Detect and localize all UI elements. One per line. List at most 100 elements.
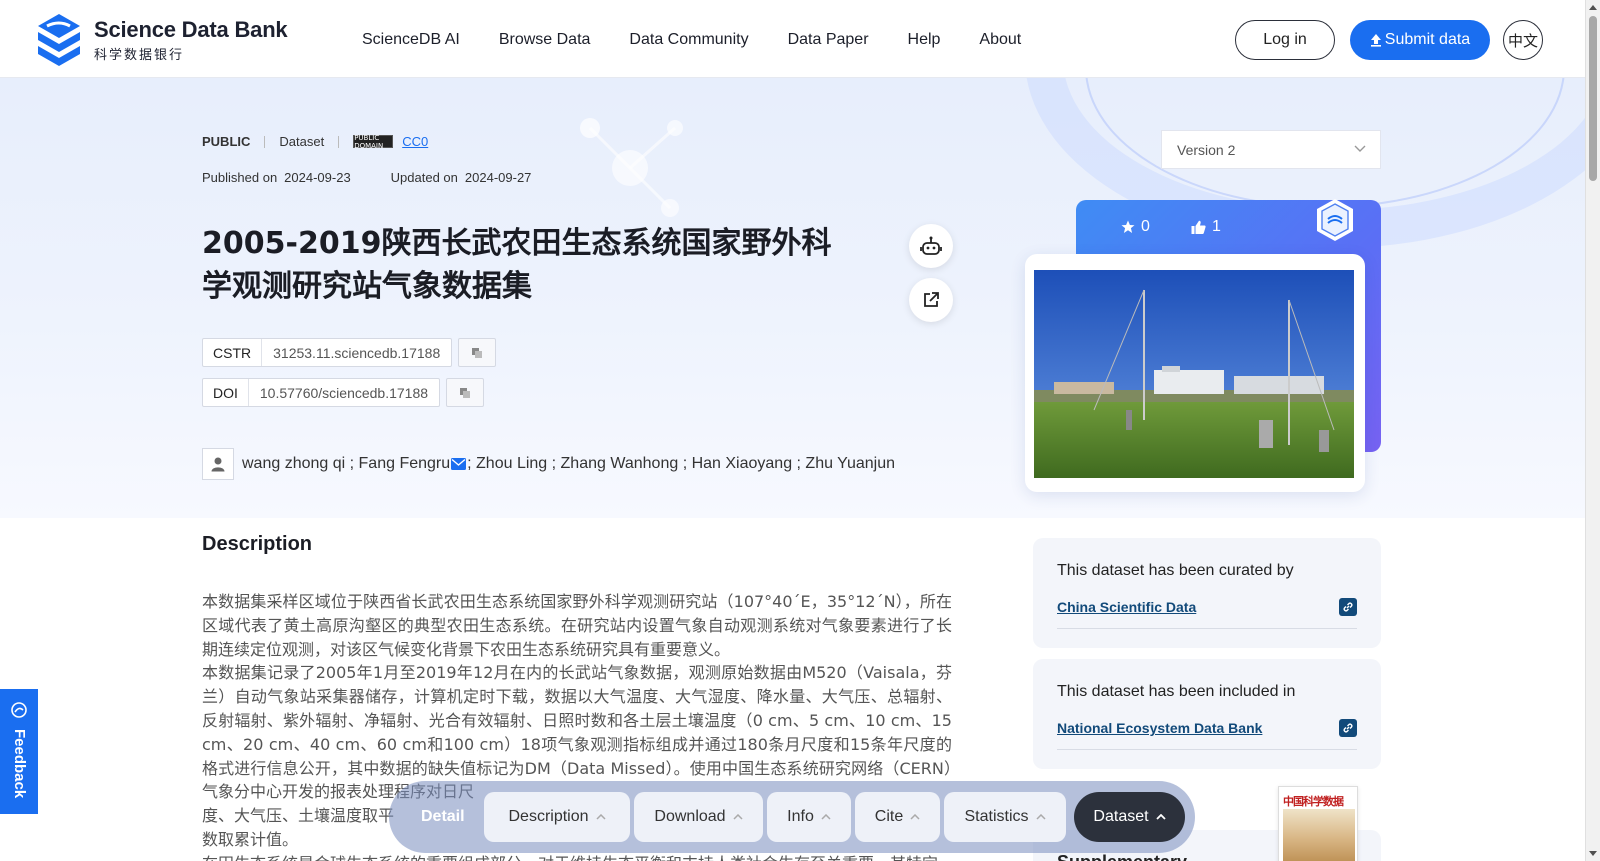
visibility-label: PUBLIC (202, 134, 251, 149)
top-navigation-bar: Science Data Bank 科学数据银行 ScienceDB AI Br… (0, 0, 1585, 78)
email-icon[interactable] (451, 458, 467, 470)
thumbs-up-icon (1191, 220, 1206, 234)
supplementary-heading: Supplementary (1057, 852, 1187, 861)
type-label: Dataset (279, 134, 325, 149)
description-paragraph-5: 在田生态系统是会球生态系统的重要组成部分，对于维持生态平衡和支持人类社会生存至关… (202, 852, 952, 861)
upload-icon (1370, 34, 1381, 47)
version-select[interactable]: Version 2 (1161, 130, 1381, 169)
robot-icon (920, 236, 942, 255)
doi-row: DOI 10.57760/sciencedb.17188 (202, 378, 485, 407)
copy-icon (472, 347, 483, 358)
tab-bar-title: Detail (421, 808, 465, 825)
tab-download[interactable]: Download (634, 792, 763, 842)
link-icon[interactable] (1339, 719, 1357, 737)
scrollbar-thumb[interactable] (1589, 16, 1597, 181)
doi-field: DOI 10.57760/sciencedb.17188 (202, 378, 441, 407)
link-icon[interactable] (1339, 598, 1357, 616)
curated-by-card: This dataset has been curated by China S… (1033, 538, 1381, 648)
feedback-tab[interactable]: Feedback (0, 689, 38, 814)
submit-data-label: Submit data (1384, 31, 1471, 48)
chevron-up-icon (910, 814, 920, 820)
nav-sciencedb-ai[interactable]: ScienceDB AI (362, 31, 460, 49)
star-icon (1121, 220, 1135, 233)
nav-data-community[interactable]: Data Community (629, 31, 748, 49)
feedback-label: Feedback (11, 729, 28, 799)
updated-label: Updated on (390, 170, 458, 185)
included-in-link[interactable]: National Ecosystem Data Bank (1057, 720, 1262, 736)
author-names-rest[interactable]: ; Zhou Ling ; Zhang Wanhong ; Han Xiaoya… (467, 455, 895, 473)
main-nav: ScienceDB AI Browse Data Data Community … (362, 31, 1060, 49)
tab-dataset-label: Dataset (1093, 808, 1149, 825)
included-in-card: This dataset has been included in Nation… (1033, 659, 1381, 769)
star-count-value: 0 (1141, 218, 1150, 235)
tab-statistics-label: Statistics (964, 808, 1029, 825)
tab-description-label: Description (508, 808, 589, 825)
nav-browse-data[interactable]: Browse Data (499, 31, 591, 49)
license-badge-icon: PUBLIC DOMAIN (353, 134, 394, 150)
star-count[interactable]: 0 (1121, 218, 1150, 236)
license-link[interactable]: CC0 (402, 134, 428, 149)
dataset-dates: Published on 2024-09-23 Updated on 2024-… (202, 170, 538, 185)
tab-dataset[interactable]: Dataset (1074, 792, 1185, 842)
like-count[interactable]: 1 (1191, 218, 1221, 236)
journal-cover-thumbnail[interactable]: 中国科学数据 (1278, 786, 1358, 861)
published-label: Published on (202, 170, 278, 185)
certified-badge-icon (1317, 199, 1353, 241)
author-names-first[interactable]: wang zhong qi ; Fang Fengru (242, 455, 450, 473)
logo-mark-icon (38, 14, 80, 66)
chevron-up-icon (595, 814, 606, 820)
tab-statistics[interactable]: Statistics (944, 792, 1066, 842)
dataset-meta-line: PUBLIC Dataset PUBLIC DOMAIN CC0 (202, 134, 428, 150)
login-button[interactable]: Log in (1235, 20, 1335, 60)
copy-cstr-button[interactable] (458, 338, 497, 367)
description-heading: Description (202, 533, 313, 555)
doi-label: DOI (203, 379, 249, 406)
cstr-row: CSTR 31253.11.sciencedb.17188 (202, 338, 497, 367)
description-paragraph-1: 本数据集采样区域位于陕西省长武农田生态系统国家野外科学观测研究站（107°40´… (202, 592, 952, 659)
version-selected-value: Version 2 (1177, 141, 1236, 158)
journal-title: 中国科学数据 (1283, 795, 1344, 808)
tab-cite[interactable]: Cite (855, 792, 940, 842)
site-logo[interactable]: Science Data Bank 科学数据银行 (30, 12, 288, 68)
scroll-down-arrow-icon[interactable] (1589, 851, 1597, 856)
copy-icon (460, 387, 471, 398)
curated-by-link[interactable]: China Scientific Data (1057, 599, 1196, 615)
chevron-down-icon (1354, 145, 1366, 152)
tab-download-label: Download (654, 808, 726, 825)
author-list: wang zhong qi ; Fang Fengru ; Zhou Ling … (202, 448, 895, 480)
chevron-up-icon (733, 814, 743, 820)
tab-cite-label: Cite (874, 808, 904, 825)
page-scrollbar[interactable] (1585, 0, 1600, 861)
share-button[interactable] (909, 278, 953, 322)
copy-doi-button[interactable] (446, 378, 485, 407)
molecule-decoration-icon (580, 118, 683, 217)
author-avatar-icon (202, 448, 234, 480)
submit-data-button[interactable]: Submit data (1350, 20, 1490, 60)
cstr-value: 31253.11.sciencedb.17188 (273, 344, 441, 361)
chevron-up-icon (821, 814, 831, 820)
logo-chinese-name: 科学数据银行 (94, 47, 185, 62)
nav-about[interactable]: About (979, 31, 1021, 49)
doi-value: 10.57760/sciencedb.17188 (259, 384, 429, 401)
chevron-up-icon (1035, 814, 1046, 820)
tab-info-label: Info (787, 808, 814, 825)
included-in-label: This dataset has been included in (1057, 683, 1296, 700)
ai-assistant-button[interactable] (909, 224, 953, 268)
logo-english-name: Science Data Bank (94, 17, 288, 42)
feedback-icon (11, 702, 27, 718)
updated-date: 2024-09-27 (464, 170, 532, 185)
chevron-up-icon (1155, 814, 1166, 820)
cstr-label: CSTR (203, 339, 263, 366)
tab-description[interactable]: Description (484, 792, 630, 842)
dataset-cover-image (1034, 270, 1354, 478)
scroll-up-arrow-icon[interactable] (1589, 5, 1597, 10)
cstr-field: CSTR 31253.11.sciencedb.17188 (202, 338, 453, 367)
curated-by-label: This dataset has been curated by (1057, 562, 1294, 579)
language-toggle[interactable]: 中文 (1503, 20, 1543, 60)
published-date: 2024-09-23 (284, 170, 351, 185)
like-count-value: 1 (1212, 218, 1221, 235)
tab-info[interactable]: Info (767, 792, 851, 842)
nav-data-paper[interactable]: Data Paper (788, 31, 869, 49)
nav-help[interactable]: Help (908, 31, 941, 49)
dataset-title: 2005-2019陕西长武农田生态系统国家野外科学观测研究站气象数据集 (202, 226, 832, 304)
